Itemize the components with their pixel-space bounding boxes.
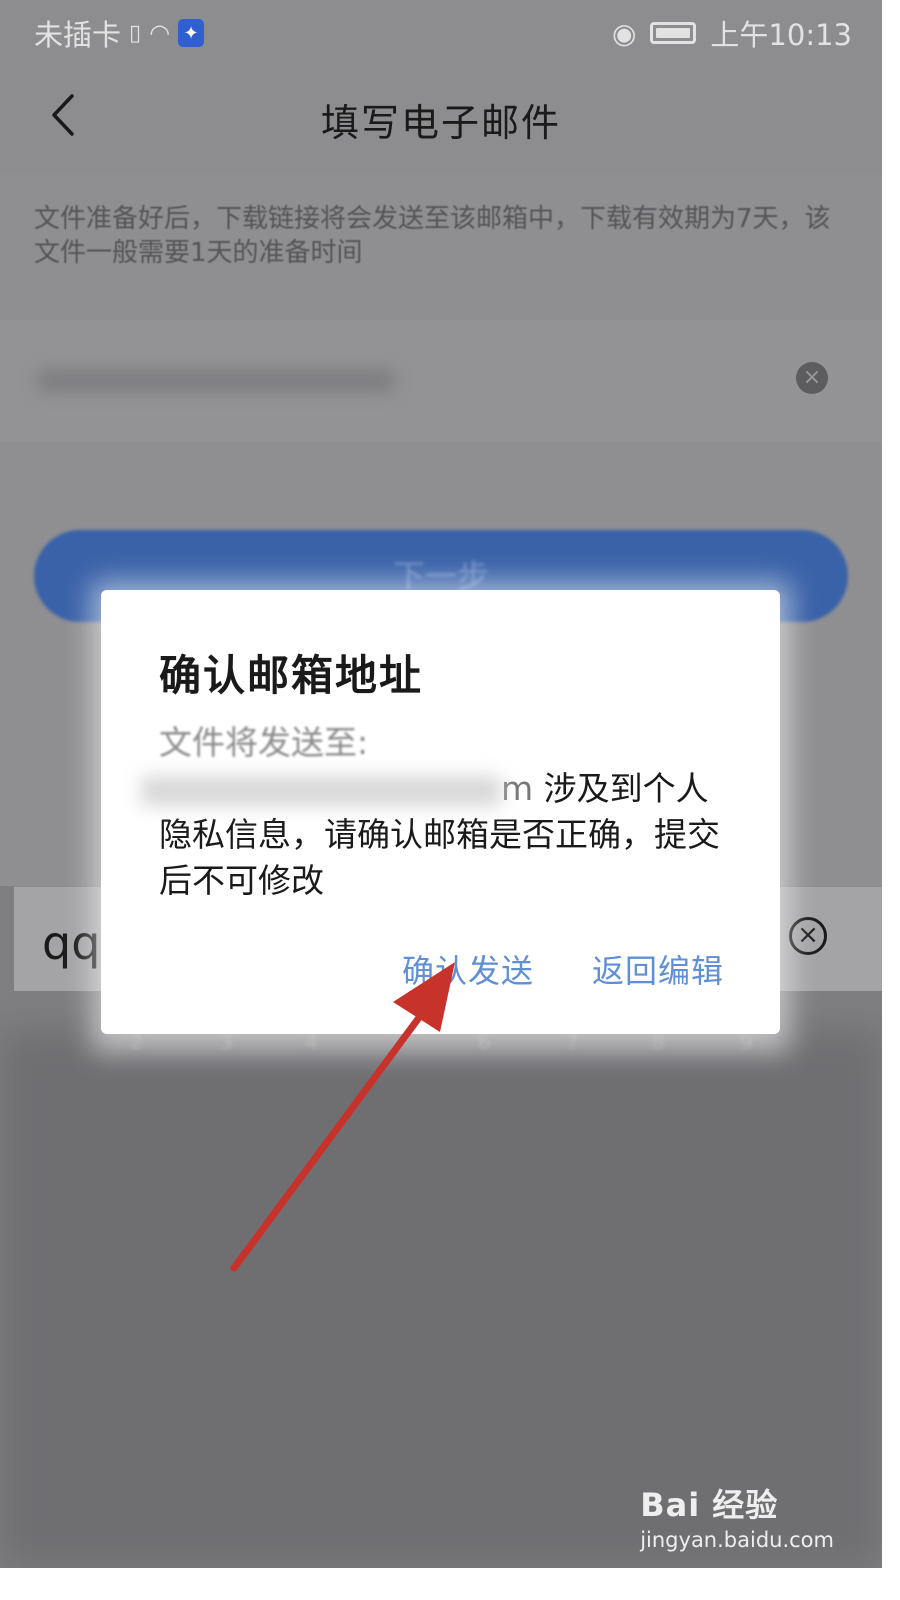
- wifi-icon: ◠: [149, 19, 171, 47]
- bulb-icon: ✦: [178, 19, 205, 47]
- clear-input-icon[interactable]: ×: [789, 917, 827, 955]
- dialog-title: 确认邮箱地址: [159, 651, 424, 700]
- page-title: 填写电子邮件: [320, 101, 561, 145]
- confirm-email-dialog: 确认邮箱地址 文件将发送至: m 涉及到个人隐私信息，请确认邮箱是否正确，提交后…: [101, 590, 780, 1034]
- carrier-text: 未插卡: [34, 18, 122, 52]
- sim-icon: ▯: [129, 20, 142, 46]
- back-to-edit-button[interactable]: 返回编辑: [592, 946, 724, 992]
- status-left: 未插卡 ▯ ◠ ✦: [34, 12, 205, 54]
- eye-icon: ◉: [611, 16, 637, 50]
- app-header: 填写电子邮件: [0, 62, 882, 172]
- dialog-message-email-tail: m: [501, 769, 534, 808]
- clear-icon[interactable]: ×: [796, 362, 828, 394]
- description-text: 文件准备好后，下载链接将会发送至该邮箱中，下载有效期为7天，该文件一般需要1天的…: [34, 204, 831, 268]
- dialog-message-prefix: 文件将发送至:: [159, 723, 369, 762]
- email-redacted: [36, 370, 396, 392]
- dialog-actions: 确认发送 返回编辑: [402, 946, 724, 992]
- confirm-send-button[interactable]: 确认发送: [402, 946, 534, 992]
- screen: 未插卡 ▯ ◠ ✦ ◉ 上午10:13 填写电子邮件 文件准备好后，下载链接将会…: [0, 0, 882, 1568]
- baidu-watermark: Bai 经验 jingyan.baidu.com: [640, 1480, 834, 1552]
- status-bar: 未插卡 ▯ ◠ ✦ ◉ 上午10:13: [0, 0, 882, 62]
- status-right: ◉ 上午10:13: [612, 12, 852, 54]
- email-redacted: [141, 775, 501, 806]
- battery-icon: [650, 22, 697, 44]
- watermark-url: jingyan.baidu.com: [640, 1528, 834, 1552]
- dialog-message: 文件将发送至: m 涉及到个人隐私信息，请确认邮箱是否正确，提交后不可修改: [141, 720, 729, 904]
- watermark-logo: Bai 经验: [640, 1486, 779, 1524]
- email-field[interactable]: [0, 320, 882, 442]
- time-text: 上午10:13: [710, 18, 852, 52]
